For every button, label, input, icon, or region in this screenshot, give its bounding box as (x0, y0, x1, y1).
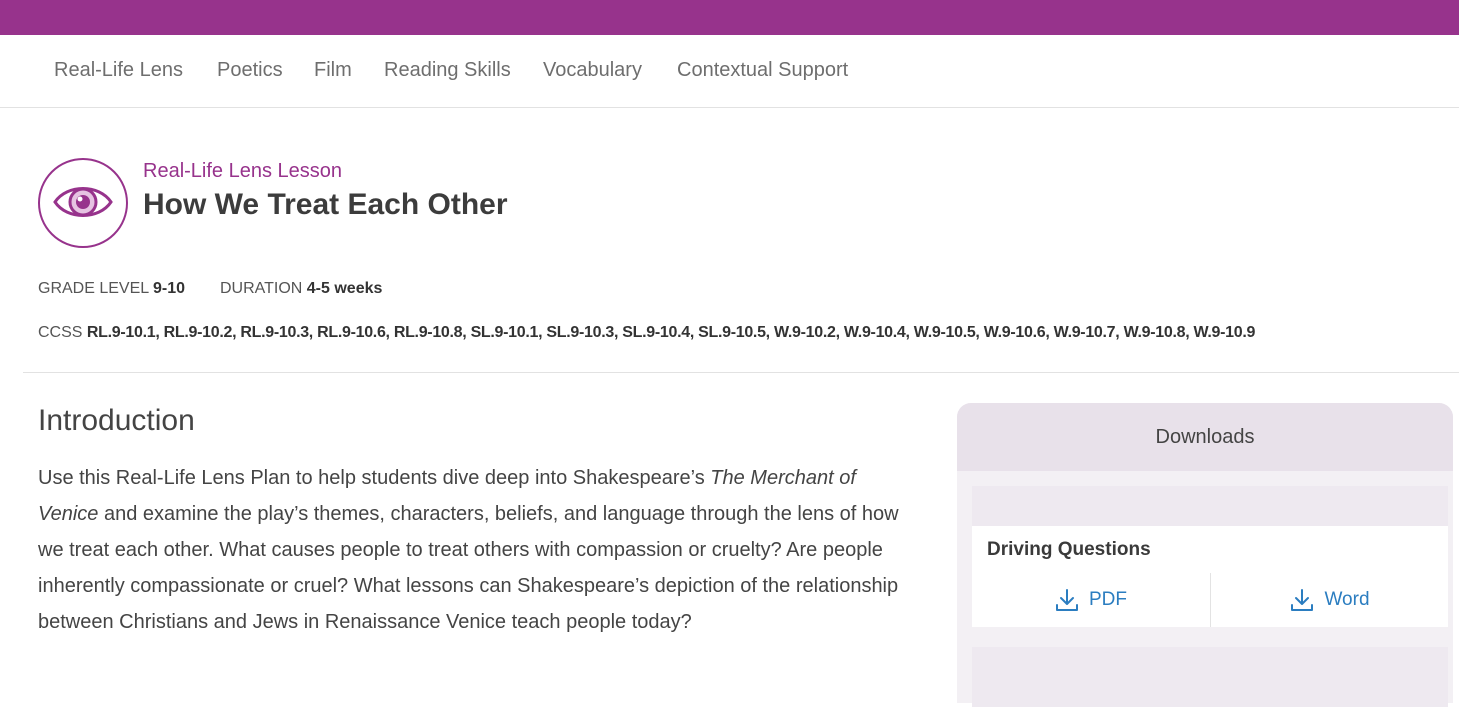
download-icon (1291, 589, 1314, 611)
subnav-item-vocabulary[interactable]: Vocabulary (543, 59, 642, 82)
subnav-item-poetics[interactable]: Poetics (217, 59, 283, 82)
card-header-strip (972, 486, 1448, 526)
lens-badge (38, 158, 128, 248)
eye-icon (53, 187, 113, 217)
subnav-item-reading-skills[interactable]: Reading Skills (384, 59, 511, 82)
lesson-subnav: Real-Life Lens Poetics Film Reading Skil… (0, 35, 1459, 108)
download-card: Driving Questions PDF Word (972, 486, 1448, 627)
grade-level-value: 9-10 (153, 280, 186, 297)
download-word-link[interactable]: Word (1211, 573, 1449, 627)
ccss-label: CCSS (38, 324, 83, 341)
downloads-heading: Downloads (957, 403, 1453, 471)
downloads-panel: Downloads Driving Questions PDF Word (957, 403, 1453, 707)
ccss-value: RL.9-10.1, RL.9-10.2, RL.9-10.3, RL.9-10… (86, 324, 1256, 341)
download-pdf-link[interactable]: PDF (972, 573, 1210, 627)
subnav-item-contextual-support[interactable]: Contextual Support (677, 59, 848, 82)
duration-label: DURATION (219, 280, 303, 297)
page-title: How We Treat Each Other (143, 188, 508, 221)
top-brand-bar (0, 0, 1459, 35)
introduction-heading: Introduction (38, 404, 195, 437)
pdf-label: PDF (1089, 589, 1127, 610)
intro-text-rest: and examine the play’s themes, character… (38, 503, 899, 633)
subnav-item-real-life-lens[interactable]: Real-Life Lens (54, 59, 183, 82)
next-download-card (972, 647, 1448, 707)
intro-text-start: Use this Real-Life Lens Plan to help stu… (38, 467, 711, 489)
download-icon (1056, 589, 1078, 611)
subnav-item-film[interactable]: Film (314, 59, 352, 82)
grade-level-label: GRADE LEVEL (38, 280, 149, 297)
word-label: Word (1324, 589, 1370, 610)
duration-value: 4-5 weeks (306, 280, 383, 297)
section-divider (23, 372, 1459, 373)
download-card-title: Driving Questions (987, 539, 1151, 560)
introduction-text: Use this Real-Life Lens Plan to help stu… (38, 460, 918, 640)
lesson-type-label: Real-Life Lens Lesson (143, 160, 343, 182)
lesson-meta: GRADE LEVEL 9-10 DURATION 4-5 weeks (38, 280, 382, 298)
ccss-standards: CCSS RL.9-10.1, RL.9-10.2, RL.9-10.3, RL… (38, 324, 1255, 342)
